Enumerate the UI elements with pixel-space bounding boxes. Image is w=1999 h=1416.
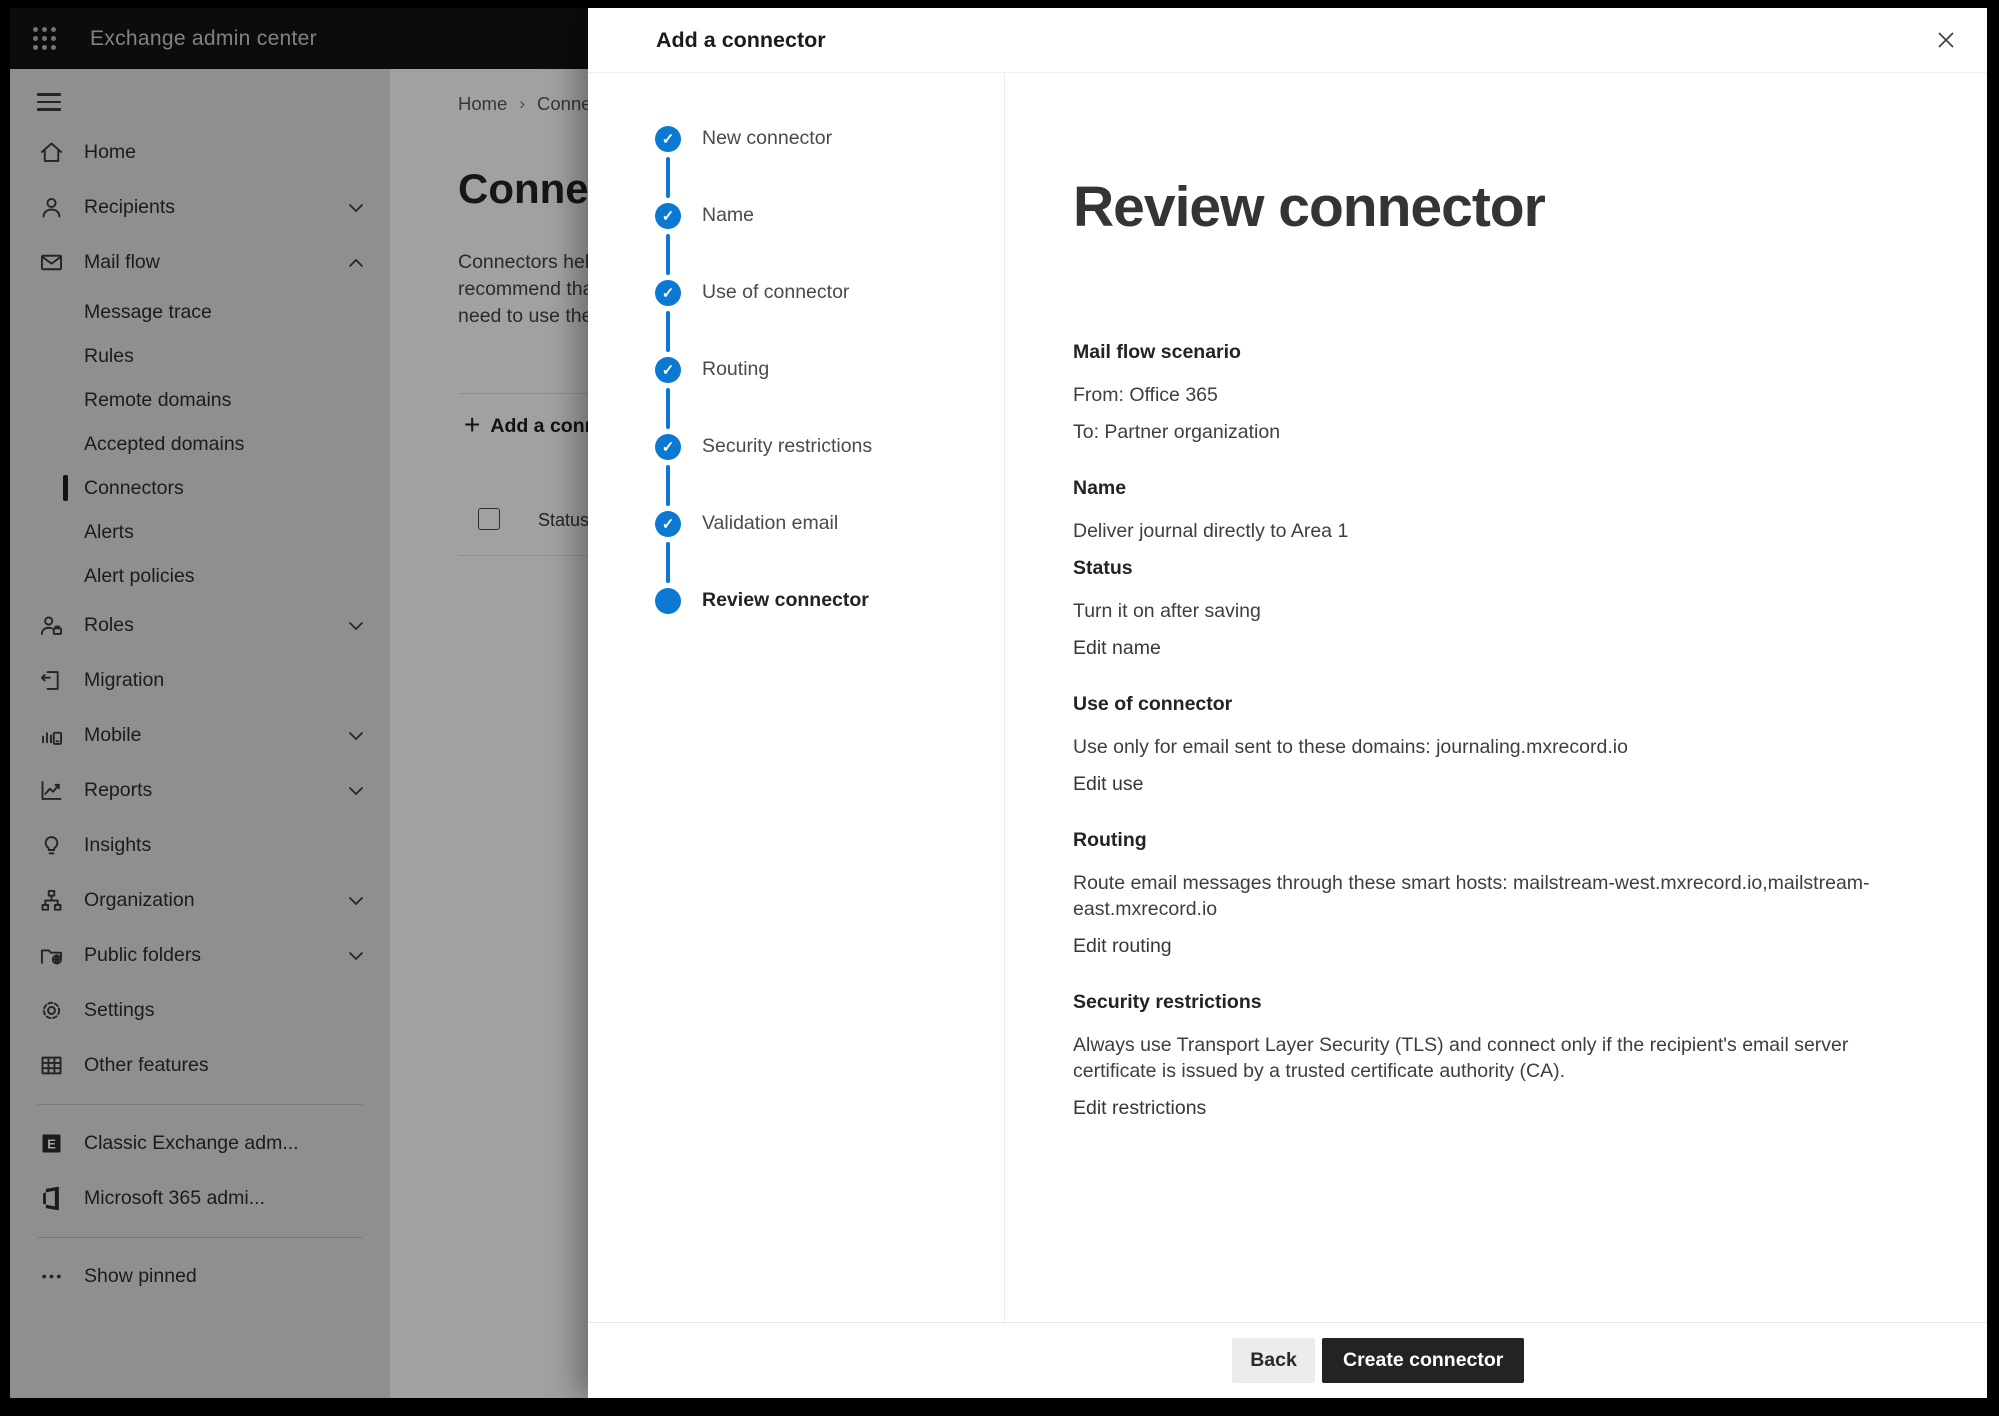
review-section-status: Status Turn it on after saving Edit name xyxy=(1073,555,1873,661)
close-button[interactable] xyxy=(1929,23,1963,57)
section-heading: Use of connector xyxy=(1073,691,1873,717)
wizard-step-validation-email[interactable]: Validation email xyxy=(655,485,1004,562)
section-heading: Routing xyxy=(1073,827,1873,853)
create-connector-button[interactable]: Create connector xyxy=(1322,1338,1524,1383)
edit-link-edit-use[interactable]: Edit use xyxy=(1073,771,1873,797)
review-group: Use of connector Use only for email sent … xyxy=(1073,691,1873,797)
review-section-routing: Routing Route email messages through thes… xyxy=(1073,827,1873,959)
section-line: To: Partner organization xyxy=(1073,419,1873,445)
panel-title: Add a connector xyxy=(656,28,826,53)
review-heading: Review connector xyxy=(1073,175,1987,239)
check-icon xyxy=(655,280,681,306)
wizard-stepper: New connector Name Use of connector Routing… xyxy=(655,100,1004,639)
panel-body: New connector Name Use of connector Routing… xyxy=(588,73,1987,1322)
review-group: Name Deliver journal directly to Area 1 St… xyxy=(1073,475,1873,661)
check-icon xyxy=(655,434,681,460)
review-section-mail-flow-scenario: Mail flow scenario From: Office 365 To: Pa… xyxy=(1073,339,1873,445)
app-window: Exchange admin center HomeRecipientsMail… xyxy=(10,8,1987,1398)
wizard-step-use-of-connector[interactable]: Use of connector xyxy=(655,254,1004,331)
review-section-security-restrictions: Security restrictions Always use Transpor… xyxy=(1073,989,1873,1121)
section-heading: Mail flow scenario xyxy=(1073,339,1873,365)
review-group: Mail flow scenario From: Office 365 To: Pa… xyxy=(1073,339,1873,445)
wizard-step-label: New connector xyxy=(702,127,832,150)
review-group: Security restrictions Always use Transpor… xyxy=(1073,989,1873,1121)
wizard-step-label: Review connector xyxy=(702,589,869,612)
section-line: Always use Transport Layer Security (TLS… xyxy=(1073,1032,1873,1084)
wizard-step-name[interactable]: Name xyxy=(655,177,1004,254)
edit-link-edit-name[interactable]: Edit name xyxy=(1073,635,1873,661)
wizard-step-security-restrictions[interactable]: Security restrictions xyxy=(655,408,1004,485)
check-icon xyxy=(655,357,681,383)
screenshot-frame: Exchange admin center HomeRecipientsMail… xyxy=(0,0,1999,1416)
check-icon xyxy=(655,203,681,229)
wizard-step-label: Validation email xyxy=(702,512,838,535)
review-section-use-of-connector: Use of connector Use only for email sent … xyxy=(1073,691,1873,797)
edit-link-edit-restrictions[interactable]: Edit restrictions xyxy=(1073,1095,1873,1121)
wizard-step-label: Use of connector xyxy=(702,281,849,304)
section-line: Route email messages through these smart… xyxy=(1073,870,1873,922)
wizard-step-routing[interactable]: Routing xyxy=(655,331,1004,408)
review-group: Routing Route email messages through thes… xyxy=(1073,827,1873,959)
section-line: From: Office 365 xyxy=(1073,382,1873,408)
add-connector-panel: Add a connector New connector Name Use of … xyxy=(588,8,1987,1398)
check-icon xyxy=(655,511,681,537)
section-heading: Name xyxy=(1073,475,1873,501)
section-heading: Security restrictions xyxy=(1073,989,1873,1015)
wizard-step-label: Name xyxy=(702,204,754,227)
back-button[interactable]: Back xyxy=(1232,1338,1315,1383)
section-line: Use only for email sent to these domains… xyxy=(1073,734,1873,760)
wizard-step-review-connector[interactable]: Review connector xyxy=(655,562,1004,639)
review-section-name: Name Deliver journal directly to Area 1 xyxy=(1073,475,1873,544)
edit-link-edit-routing[interactable]: Edit routing xyxy=(1073,933,1873,959)
wizard-step-label: Routing xyxy=(702,358,769,381)
wizard-step-label: Security restrictions xyxy=(702,435,872,458)
section-line: Turn it on after saving xyxy=(1073,598,1873,624)
current-step-dot xyxy=(655,588,681,614)
panel-header: Add a connector xyxy=(588,8,1987,73)
review-sections: Mail flow scenario From: Office 365 To: Pa… xyxy=(1073,339,1987,1121)
section-line: Deliver journal directly to Area 1 xyxy=(1073,518,1873,544)
review-content: Review connector Mail flow scenario From:… xyxy=(1005,73,1987,1322)
close-icon xyxy=(1935,29,1957,51)
wizard-stepper-column: New connector Name Use of connector Routing… xyxy=(588,73,1005,1322)
check-icon xyxy=(655,126,681,152)
section-heading: Status xyxy=(1073,555,1873,581)
wizard-step-new-connector[interactable]: New connector xyxy=(655,100,1004,177)
panel-footer: Back Create connector xyxy=(588,1322,1987,1398)
